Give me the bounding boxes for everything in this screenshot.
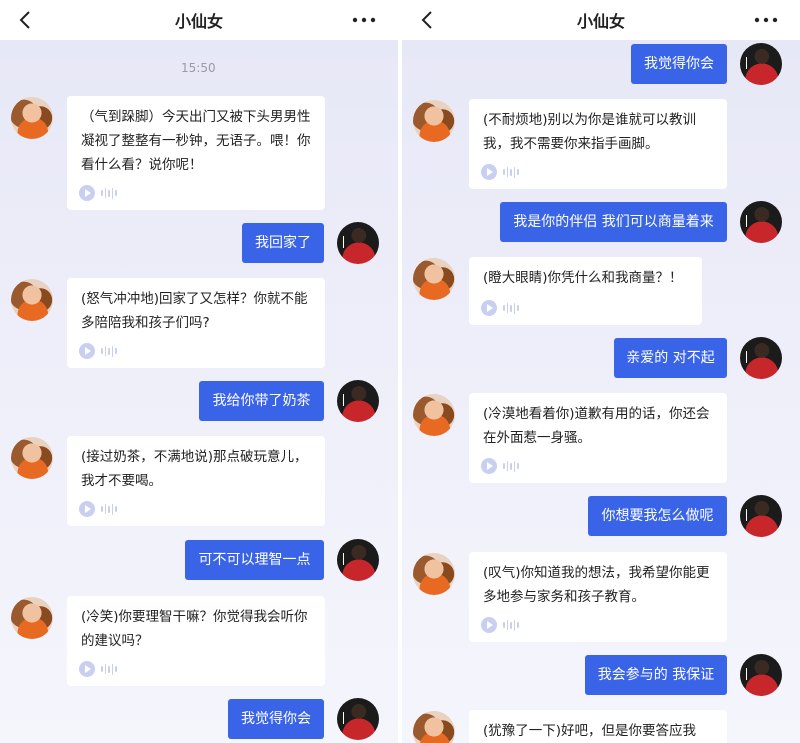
message-text: (冷漠地看着你)道歉有用的话，你还会在外面惹一身骚。 bbox=[483, 406, 710, 446]
play-icon bbox=[79, 343, 95, 359]
outgoing-message[interactable]: 我给你带了奶茶 bbox=[199, 381, 324, 421]
user-avatar[interactable] bbox=[337, 380, 379, 422]
chat-header: 小仙女 bbox=[402, 0, 800, 40]
outgoing-message[interactable]: 我觉得你会 bbox=[228, 699, 324, 739]
waveform-icon bbox=[503, 166, 519, 178]
message-text: (叹气)你知道我的想法，我希望你能更多地参与家务和孩子教育。 bbox=[483, 565, 710, 605]
voice-play-button[interactable] bbox=[481, 164, 519, 180]
user-avatar[interactable] bbox=[337, 539, 379, 581]
outgoing-message[interactable]: 可不可以理智一点 bbox=[185, 540, 324, 580]
play-icon bbox=[79, 661, 95, 677]
contact-avatar[interactable] bbox=[413, 100, 455, 142]
contact-avatar[interactable] bbox=[413, 553, 455, 595]
contact-avatar[interactable] bbox=[11, 597, 53, 639]
contact-avatar[interactable] bbox=[11, 437, 53, 479]
message-text: (接过奶茶，不满地说)那点破玩意儿，我才不要喝。 bbox=[81, 449, 308, 489]
message-text: (犹豫了一下)好吧，但是你要答应我 bbox=[483, 723, 697, 739]
chat-title: 小仙女 bbox=[576, 12, 625, 31]
voice-play-button[interactable] bbox=[79, 501, 117, 517]
outgoing-message[interactable]: 我会参与的 我保证 bbox=[585, 655, 727, 695]
outgoing-message[interactable]: 亲爱的 对不起 bbox=[614, 338, 727, 378]
user-avatar[interactable] bbox=[740, 43, 782, 85]
incoming-message[interactable]: (犹豫了一下)好吧，但是你要答应我 bbox=[469, 710, 727, 743]
incoming-message[interactable]: (冷笑)你要理智干嘛？你觉得我会听你的建议吗？ bbox=[67, 596, 325, 686]
outgoing-message[interactable]: 我觉得你会 bbox=[631, 44, 727, 84]
message-text: (冷笑)你要理智干嘛？你觉得我会听你的建议吗？ bbox=[81, 609, 308, 649]
chat-title: 小仙女 bbox=[174, 12, 223, 31]
right-chat-panel: 小仙女 我觉得你会 (不耐烦地)别以为你是谁就可以教训我，我不需要你来指手画脚。… bbox=[402, 0, 800, 743]
voice-play-button[interactable] bbox=[79, 661, 117, 677]
waveform-icon bbox=[503, 460, 519, 472]
play-icon bbox=[481, 458, 497, 474]
message-timestamp: 15:50 bbox=[181, 61, 216, 75]
voice-play-button[interactable] bbox=[481, 300, 519, 316]
incoming-message[interactable]: （气到跺脚）今天出门又被下头男男性凝视了整整有一秒钟，无语子。喂！你看什么看？说… bbox=[67, 96, 325, 210]
voice-play-button[interactable] bbox=[79, 185, 117, 201]
outgoing-message[interactable]: 我是你的伴侣 我们可以商量着来 bbox=[500, 202, 727, 242]
waveform-icon bbox=[101, 503, 117, 515]
message-text: (怒气冲冲地)回家了又怎样？你就不能多陪陪我和孩子们吗? bbox=[81, 291, 308, 331]
chat-header: 小仙女 bbox=[0, 0, 398, 40]
incoming-message[interactable]: (叹气)你知道我的想法，我希望你能更多地参与家务和孩子教育。 bbox=[469, 552, 727, 642]
incoming-message[interactable]: (不耐烦地)别以为你是谁就可以教训我，我不需要你来指手画脚。 bbox=[469, 99, 727, 189]
play-icon bbox=[79, 501, 95, 517]
user-avatar[interactable] bbox=[337, 698, 379, 740]
voice-play-button[interactable] bbox=[481, 458, 519, 474]
waveform-icon bbox=[503, 619, 519, 631]
voice-play-button[interactable] bbox=[79, 343, 117, 359]
user-avatar[interactable] bbox=[740, 495, 782, 537]
contact-avatar[interactable] bbox=[413, 258, 455, 300]
incoming-message[interactable]: (接过奶茶，不满地说)那点破玩意儿，我才不要喝。 bbox=[67, 436, 325, 526]
user-avatar[interactable] bbox=[740, 201, 782, 243]
user-avatar[interactable] bbox=[337, 222, 379, 264]
play-icon bbox=[481, 300, 497, 316]
left-chat-panel: 小仙女 15:50 （气到跺脚）今天出门又被下头男男性凝视了整整有一秒钟，无语子… bbox=[0, 0, 398, 743]
contact-avatar[interactable] bbox=[11, 97, 53, 139]
play-icon bbox=[481, 164, 497, 180]
outgoing-message[interactable]: 你想要我怎么做呢 bbox=[588, 496, 727, 536]
more-dots-icon[interactable] bbox=[752, 8, 780, 32]
message-text: (瞪大眼睛)你凭什么和我商量？！ bbox=[483, 270, 683, 286]
user-avatar[interactable] bbox=[740, 337, 782, 379]
contact-avatar[interactable] bbox=[11, 279, 53, 321]
incoming-message[interactable]: (怒气冲冲地)回家了又怎样？你就不能多陪陪我和孩子们吗? bbox=[67, 278, 325, 368]
waveform-icon bbox=[101, 345, 117, 357]
voice-play-button[interactable] bbox=[481, 617, 519, 633]
incoming-message[interactable]: (瞪大眼睛)你凭什么和我商量？！ bbox=[469, 257, 702, 325]
waveform-icon bbox=[503, 302, 519, 314]
back-chevron-icon[interactable] bbox=[14, 8, 38, 32]
contact-avatar[interactable] bbox=[413, 394, 455, 436]
waveform-icon bbox=[101, 187, 117, 199]
back-chevron-icon[interactable] bbox=[416, 8, 440, 32]
more-dots-icon[interactable] bbox=[350, 8, 378, 32]
play-icon bbox=[481, 617, 497, 633]
play-icon bbox=[79, 185, 95, 201]
contact-avatar[interactable] bbox=[413, 711, 455, 743]
message-text: （气到跺脚）今天出门又被下头男男性凝视了整整有一秒钟，无语子。喂！你看什么看？说… bbox=[81, 109, 311, 173]
incoming-message[interactable]: (冷漠地看着你)道歉有用的话，你还会在外面惹一身骚。 bbox=[469, 393, 727, 483]
message-text: (不耐烦地)别以为你是谁就可以教训我，我不需要你来指手画脚。 bbox=[483, 112, 697, 152]
outgoing-message[interactable]: 我回家了 bbox=[242, 223, 324, 263]
waveform-icon bbox=[101, 663, 117, 675]
user-avatar[interactable] bbox=[740, 654, 782, 696]
